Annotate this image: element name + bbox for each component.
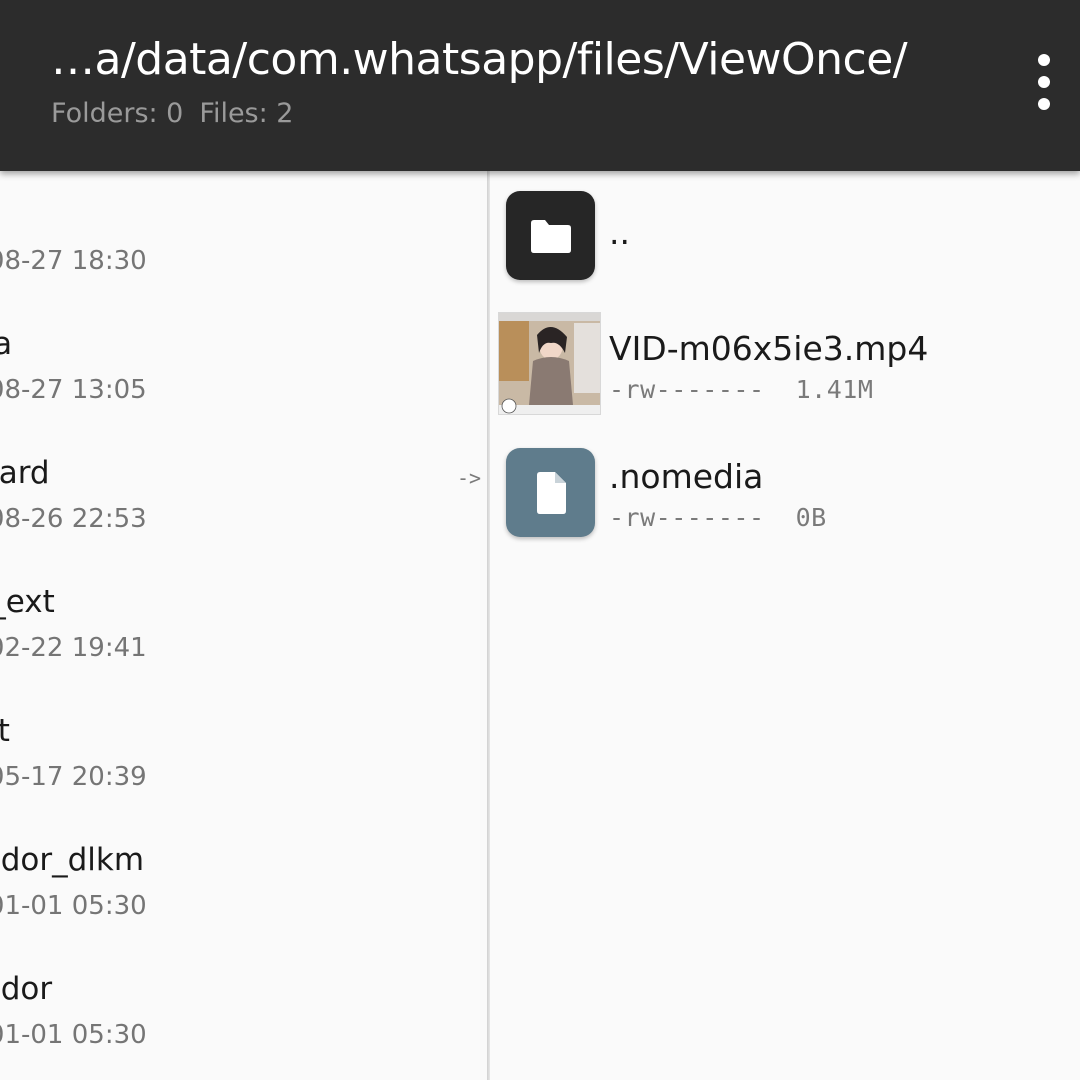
file-meta: -rw------- 1.41M: [609, 375, 873, 404]
item-name: ata: [0, 326, 13, 362]
folder-icon: [506, 191, 595, 280]
file-permissions: -rw-------: [609, 503, 765, 532]
item-date: 3-02-22 19:41: [0, 633, 147, 663]
parent-directory-label: ..: [609, 213, 630, 252]
file-permissions: -rw-------: [609, 375, 765, 404]
parent-directory-row[interactable]: ..: [490, 181, 1080, 301]
item-date: 9-01-01 05:30: [0, 1020, 147, 1050]
video-thumbnail: [498, 312, 601, 415]
more-vert-icon[interactable]: [1020, 50, 1068, 114]
list-item[interactable]: ni_ext 3-02-22 19:41: [0, 558, 482, 686]
list-item[interactable]: endor_dlkm 9-01-01 05:30: [0, 816, 482, 944]
file-row-nomedia[interactable]: .nomedia -rw------- 0B: [490, 439, 1080, 559]
folder-file-counts: Folders: 0 Files: 2: [51, 98, 293, 129]
file-size: 0B: [795, 503, 827, 532]
item-date: 4-08-27 13:05: [0, 375, 147, 405]
file-name: .nomedia: [609, 457, 764, 496]
item-name: dcard: [0, 455, 50, 491]
file-meta: -rw------- 0B: [609, 503, 827, 532]
app-bar: …a/data/com.whatsapp/files/ViewOnce/ Fol…: [0, 0, 1080, 171]
file-icon: [506, 448, 595, 537]
item-name: endor: [0, 971, 53, 1007]
list-item[interactable]: ust 1-05-17 20:39: [0, 687, 482, 815]
file-size: 1.41M: [795, 375, 874, 404]
item-name: ni_ext: [0, 584, 55, 620]
item-name: endor_dlkm: [0, 842, 145, 878]
item-date: 9-01-01 05:30: [0, 891, 147, 921]
file-name: VID-m06x5ie3.mp4: [609, 329, 929, 368]
item-name: ust: [0, 713, 10, 749]
item-date: 1-05-17 20:39: [0, 762, 147, 792]
item-date: 4-08-27 18:30: [0, 246, 147, 276]
list-item[interactable]: endor 9-01-01 05:30: [0, 945, 482, 1073]
left-pane-list: ev 4-08-27 18:30 ata 4-08-27 13:05 dcard…: [0, 171, 488, 1080]
item-date: 4-08-26 22:53: [0, 504, 147, 534]
list-item[interactable]: ata 4-08-27 13:05: [0, 300, 482, 428]
current-folder-indicator: ->: [457, 466, 482, 490]
right-pane-list: .. VID-m06x5ie3.mp4 -rw------- 1.41M .no…: [490, 171, 1080, 1080]
list-item[interactable]: dcard 4-08-26 22:53: [0, 429, 482, 557]
folders-count: Folders: 0: [51, 98, 184, 129]
list-item[interactable]: ev 4-08-27 18:30: [0, 171, 482, 299]
files-count: Files: 2: [199, 98, 294, 129]
current-path: …a/data/com.whatsapp/files/ViewOnce/: [51, 34, 908, 85]
